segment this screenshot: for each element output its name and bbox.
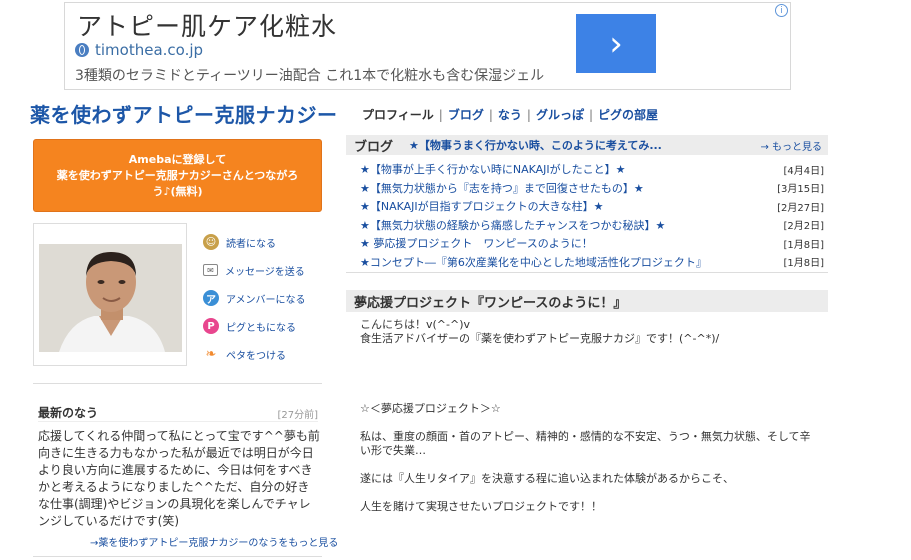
article-paragraph: こんにちは！v(^-^)v	[360, 318, 471, 331]
article-paragraph: 食生活アドバイザーの『薬を使わずアトピー克服ナカジ』です！(^-^*)/	[360, 332, 720, 345]
action-peta[interactable]: ❧ ペタをつける	[203, 340, 306, 368]
list-item: ★【無気力状態から『志を持つ』まで回復させたもの】★ [3月15日]	[360, 179, 824, 198]
blog-more-link[interactable]: → もっと見る	[760, 138, 822, 153]
article-paragraph: ☆＜夢応援プロジェクト＞☆	[360, 402, 501, 415]
action-peta-label[interactable]: ペタをつける	[226, 347, 286, 362]
ad-arrow-button[interactable]: ›	[576, 14, 656, 73]
globe-icon	[75, 43, 89, 57]
blog-entry-link[interactable]: ★コンセプト―『第6次産業化を中心とした地域活性化プロジェクト』	[360, 254, 707, 270]
ad-description: 3種類のセラミドとティーツリー油配合 これ1本で化粧水も含む保湿ジェル	[75, 68, 545, 84]
article-paragraph: 私は、重度の顔面・首のアトピー、精神的・感情的な不安定、うつ・無気力状態、そして…	[360, 430, 811, 457]
profile-actions: ☺ 読者になる ✉ メッセージを送る ア アメンバーになる P ピグともになる …	[203, 228, 306, 368]
blog-entry-date: [1月8日]	[783, 239, 824, 251]
list-item: ★【NAKAJIが目指すプロジェクトの大きな柱】★ [2月27日]	[360, 197, 824, 216]
blog-entry-date: [2月2日]	[783, 221, 824, 233]
ad-domain[interactable]: timothea.co.jp	[75, 41, 203, 59]
action-pigg[interactable]: P ピグともになる	[203, 312, 306, 340]
nav-pigg-room[interactable]: ピグの部屋	[598, 106, 658, 123]
nav-group[interactable]: グルっぽ	[536, 106, 584, 123]
reader-icon: ☺	[203, 234, 219, 250]
register-line-1: Amebaに登録して	[128, 153, 227, 166]
divider	[346, 272, 828, 273]
list-item: ★【物事が上手く行かない時にNAKAJIがしたこと】★ [4月4日]	[360, 160, 824, 179]
action-amember-label[interactable]: アメンバーになる	[226, 291, 306, 306]
blog-entry-link[interactable]: ★【NAKAJIが目指すプロジェクトの大きな柱】★	[360, 198, 604, 214]
blog-label: ブログ	[354, 139, 394, 155]
nav-separator: |	[438, 107, 443, 122]
divider	[33, 556, 322, 557]
footprint-icon: ❧	[205, 346, 217, 362]
ad-info-icon[interactable]: i	[775, 4, 788, 17]
nav-nau[interactable]: なう	[498, 106, 522, 123]
blog-title[interactable]: 薬を使わずアトピー克服ナカジー	[30, 99, 338, 128]
nav-separator: |	[526, 107, 531, 122]
action-message-label[interactable]: メッセージを送る	[225, 263, 305, 278]
article-header: 夢応援プロジェクト『ワンピースのように！』	[346, 290, 828, 312]
pigg-icon: P	[203, 318, 219, 334]
amember-icon: ア	[203, 290, 219, 306]
blog-entry-link[interactable]: ★【無気力状態から『志を持つ』まで回復させたもの】★	[360, 180, 644, 196]
ad-banner[interactable]: アトピー肌ケア化粧水 timothea.co.jp 3種類のセラミドとティーツリ…	[64, 2, 791, 90]
action-reader[interactable]: ☺ 読者になる	[203, 228, 306, 256]
article-paragraph: 遂には『人生リタイア』を決意する程に追い込まれた体験があるからこそ、	[360, 472, 734, 485]
ad-domain-text[interactable]: timothea.co.jp	[95, 41, 203, 59]
blog-entry-date: [1月8日]	[783, 258, 824, 270]
blog-entry-link[interactable]: ★ 夢応援プロジェクト ワンピースのように！	[360, 235, 593, 251]
latest-nau-time: [27分前]	[277, 410, 318, 421]
latest-nau-body: 応援してくれる仲間って私にとって宝です^^夢も前向きに生きる力もなかった私が最近…	[38, 429, 320, 528]
latest-nau-header: 最新のなう [27分前]	[38, 404, 318, 421]
blog-entries-header: ブログ ★【物事うまく行かない時、このように考えてみ... → もっと見る	[346, 135, 828, 155]
action-pigg-label[interactable]: ピグともになる	[226, 319, 296, 334]
action-reader-label[interactable]: 読者になる	[226, 235, 276, 250]
blog-entry-date: [2月27日]	[777, 202, 824, 214]
mail-icon: ✉	[203, 264, 218, 276]
profile-photo-frame	[33, 223, 187, 366]
list-item: ★【無気力状態の経験から痛感したチャンスをつかむ秘訣】★ [2月2日]	[360, 216, 824, 235]
action-amember[interactable]: ア アメンバーになる	[203, 284, 306, 312]
article-title[interactable]: 夢応援プロジェクト『ワンピースのように！』	[354, 292, 626, 311]
profile-photo[interactable]	[39, 244, 182, 352]
nav-profile[interactable]: プロフィール	[362, 106, 434, 123]
blog-entry-list: ★【物事が上手く行かない時にNAKAJIがしたこと】★ [4月4日] ★【無気力…	[360, 160, 824, 271]
nav-separator: |	[488, 107, 493, 122]
nav-separator: |	[588, 107, 593, 122]
register-line-2: 薬を使わずアトピー克服ナカジーさんとつながろ	[56, 169, 299, 182]
blog-entry-link[interactable]: ★【無気力状態の経験から痛感したチャンスをつかむ秘訣】★	[360, 217, 665, 233]
register-button[interactable]: Amebaに登録して 薬を使わずアトピー克服ナカジーさんとつながろ う♪(無料)	[33, 139, 322, 212]
list-item: ★コンセプト―『第6次産業化を中心とした地域活性化プロジェクト』 [1月8日]	[360, 253, 824, 272]
nav-blog[interactable]: ブログ	[448, 106, 484, 123]
blog-entry-link[interactable]: ★【物事が上手く行かない時にNAKAJIがしたこと】★	[360, 161, 626, 177]
latest-nau-title: 最新のなう	[38, 406, 99, 420]
latest-nau-more-link[interactable]: →薬を使わずアトピー克服ナカジーのなうをもっと見る	[90, 534, 338, 549]
blog-entry-date: [4月4日]	[783, 165, 824, 177]
blog-featured-link[interactable]: ★【物事うまく行かない時、このように考えてみ...	[409, 137, 662, 153]
profile-nav: プロフィール | ブログ | なう | グルっぽ | ピグの部屋	[362, 106, 658, 123]
register-line-3: う♪(無料)	[152, 185, 203, 198]
article-paragraph	[360, 346, 820, 360]
article-paragraph: 人生を賭けて実現させたいプロジェクトです！！	[360, 500, 602, 513]
divider	[33, 383, 322, 384]
action-message[interactable]: ✉ メッセージを送る	[203, 256, 306, 284]
list-item: ★ 夢応援プロジェクト ワンピースのように！ [1月8日]	[360, 234, 824, 253]
article-paragraph	[360, 360, 820, 374]
ad-title[interactable]: アトピー肌ケア化粧水	[77, 7, 337, 43]
blog-entry-date: [3月15日]	[777, 184, 824, 196]
divider	[38, 421, 318, 422]
article-body: こんにちは！v(^-^)v 食生活アドバイザーの『薬を使わずアトピー克服ナカジ』…	[360, 318, 820, 514]
